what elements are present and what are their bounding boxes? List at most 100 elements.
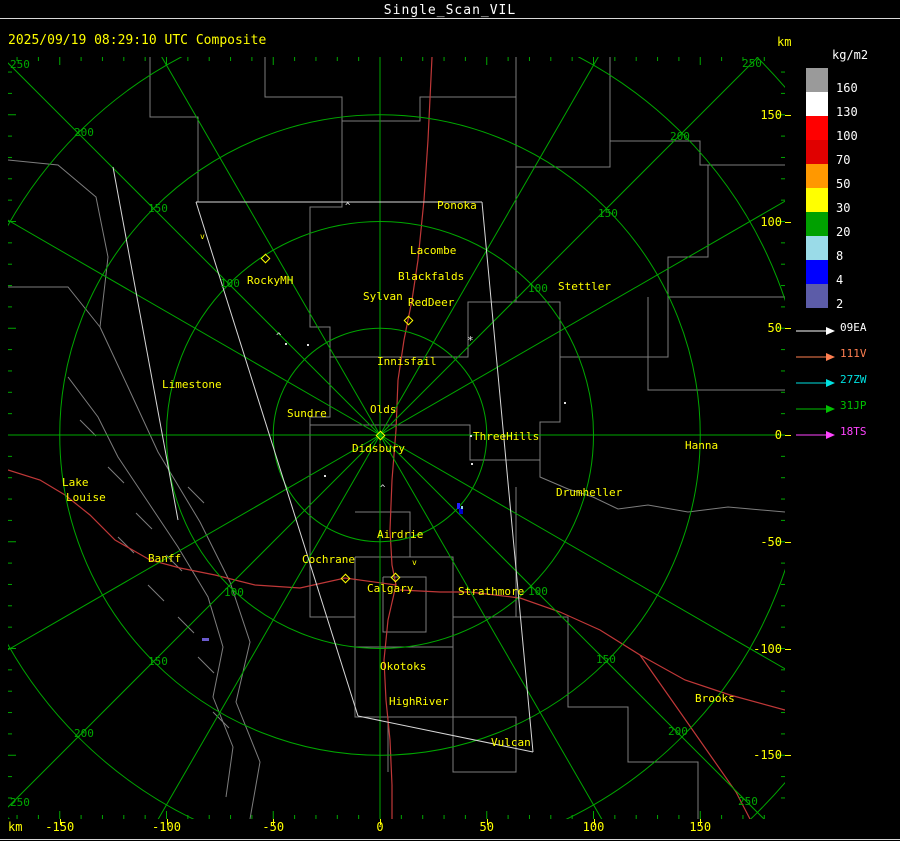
colorbar-swatch — [806, 92, 828, 116]
colorbar-value-label: 2 — [836, 297, 844, 311]
town-label: Banff — [148, 552, 182, 565]
scan-sector-boundary — [481, 201, 534, 753]
range-ring-label: 200 — [668, 725, 688, 738]
county-boundary-path — [354, 556, 454, 648]
county-boundary-path — [667, 165, 709, 297]
colorbar-swatch — [806, 140, 828, 164]
town-label: Cochrane — [302, 553, 355, 566]
radar-site-arrow-icon — [796, 405, 835, 413]
colorbar-value-label: 4 — [836, 273, 844, 287]
x-axis-tick — [166, 819, 168, 825]
colorbar-value-label: 160 — [836, 81, 858, 95]
radar-site-id: 09EA — [840, 321, 867, 334]
vil-echo-blip — [202, 638, 209, 641]
range-ring-label: 250 — [10, 58, 30, 71]
radar-site-id: 27ZW — [840, 373, 867, 386]
y-axis-tick-label: 150 — [760, 107, 782, 122]
county-boundary-path — [309, 517, 355, 618]
y-axis-tick-label: -100 — [753, 641, 782, 656]
x-axis-tick — [59, 819, 61, 825]
town-label: Stettler — [558, 280, 611, 293]
town-label: Lake — [62, 476, 89, 489]
x-axis-tick — [593, 819, 595, 825]
town-label: Didsbury — [352, 442, 405, 455]
town-label: Hanna — [685, 439, 719, 452]
town-label: Brooks — [695, 692, 735, 705]
county-boundary-path — [309, 121, 343, 517]
vil-echo-blip — [461, 506, 463, 509]
colorbar-swatch — [806, 212, 828, 236]
colorbar-swatch — [806, 116, 828, 140]
town-caret-marker: ^ — [345, 202, 351, 212]
town-dot-marker — [307, 344, 309, 346]
town-label: Strathmore — [458, 585, 525, 598]
town-label: Blackfalds — [398, 270, 465, 283]
range-ring-label: 250 — [10, 796, 30, 809]
radar-site-arrow-icon — [796, 431, 835, 439]
county-boundary-path — [330, 301, 516, 358]
colorbar-value-label: 20 — [836, 225, 851, 239]
range-ring-label: 100 — [528, 585, 548, 598]
colorbar-value-label: 100 — [836, 129, 858, 143]
radar-site-legend-item: 09EA — [796, 322, 896, 336]
y-axis-tick — [785, 328, 791, 330]
range-ring-label: 150 — [148, 202, 168, 215]
y-axis-tick — [785, 114, 791, 116]
y-axis-tick-label: 50 — [767, 321, 782, 336]
town-dot-marker — [470, 435, 472, 437]
colorbar-swatch — [806, 188, 828, 212]
x-axis-tick — [486, 819, 488, 825]
range-ring-label: 200 — [670, 130, 690, 143]
y-axis-tick — [785, 435, 791, 436]
bottom-separator — [0, 839, 900, 840]
town-label: Sundre — [287, 407, 327, 420]
radar-viewer-window: Single_Scan_VIL 2025/09/19 08:29:10 UTC … — [0, 0, 900, 841]
county-boundary-path — [515, 167, 785, 358]
county-boundary-path — [149, 57, 265, 203]
colorbar-value-label: 30 — [836, 201, 851, 215]
scan-timestamp: 2025/09/19 08:29:10 UTC Composite — [8, 33, 267, 48]
town-label: ThreeHills — [473, 430, 540, 443]
highway-path — [639, 654, 751, 819]
y-axis-tick-label: 100 — [760, 214, 782, 229]
site-vee-marker: v — [200, 232, 205, 241]
radar-site-legend-item: 18TS — [796, 426, 896, 440]
town-label: RockyMH — [247, 274, 294, 287]
x-axis-tick — [380, 819, 381, 825]
town-label: Sylvan — [363, 290, 403, 303]
radar-site-arrow-icon — [796, 379, 835, 387]
y-axis-tick-label: -50 — [760, 534, 782, 549]
radar-site-id: 31JP — [840, 399, 867, 412]
radar-site-legend-item: 31JP — [796, 400, 896, 414]
town-label: RedDeer — [408, 296, 455, 309]
y-axis-tick-label: 0 — [774, 428, 782, 442]
colorbar-value-label: 8 — [836, 249, 844, 263]
colorbar-value-label: 50 — [836, 177, 851, 191]
town-label: Calgary — [367, 582, 414, 595]
town-dot-marker — [564, 402, 566, 404]
town-dot-marker — [471, 463, 473, 465]
range-ring-label: 150 — [598, 207, 618, 220]
range-ring-label: 100 — [224, 586, 244, 599]
colorbar-swatch — [806, 236, 828, 260]
range-ring-label: 200 — [74, 126, 94, 139]
town-caret-marker: ^ — [380, 484, 386, 494]
scan-sector-boundary — [112, 166, 179, 521]
colorbar-value-label: 70 — [836, 153, 851, 167]
colorbar-unit-label: kg/m2 — [832, 48, 869, 62]
radar-site-id: 111V — [840, 347, 867, 360]
colorbar-swatch — [806, 164, 828, 188]
colorbar-swatch — [806, 284, 828, 308]
range-ring-label: 150 — [148, 655, 168, 668]
site-vee-marker: v — [412, 558, 417, 567]
radar-site-legend-item: 111V — [796, 348, 896, 362]
range-ring-label: 250 — [742, 57, 762, 70]
town-label: Okotoks — [380, 660, 427, 673]
top-axis-unit-label: km — [777, 35, 792, 49]
radar-map: 250 200 150 100 100 150 200 250 100 150 200 250 100 1… — [8, 57, 785, 819]
colorbar-swatch — [806, 260, 828, 284]
radar-site-legend-item: 27ZW — [796, 374, 896, 388]
county-boundary-path — [647, 297, 785, 391]
x-axis-tick — [273, 819, 275, 825]
town-label: Drumheller — [556, 486, 623, 499]
